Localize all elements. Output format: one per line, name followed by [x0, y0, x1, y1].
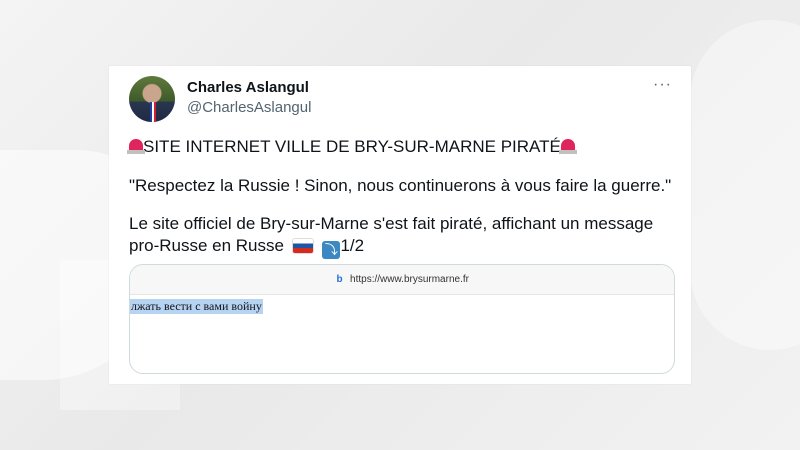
russian-flag-icon	[292, 239, 313, 253]
media-preview[interactable]: b https://www.brysurmarne.fr лжать вести …	[129, 264, 675, 374]
background-shape	[690, 20, 800, 350]
preview-url: https://www.brysurmarne.fr	[350, 274, 469, 285]
thread-count: 1/2	[340, 236, 365, 255]
tweet-headline: SITE INTERNET VILLE DE BRY-SUR-MARNE PIR…	[127, 137, 577, 157]
avatar[interactable]	[129, 76, 175, 122]
arrow-icon: ⤵	[322, 241, 341, 259]
body-line-2-text: pro-Russe en Russe	[129, 236, 284, 255]
headline-text: SITE INTERNET VILLE DE BRY-SUR-MARNE PIR…	[143, 137, 561, 156]
author-handle[interactable]: @CharlesAslangul	[187, 99, 311, 116]
siren-icon	[558, 139, 577, 154]
tweet-body-line-1: Le site officiel de Bry-sur-Marne s'est …	[129, 214, 654, 233]
more-options-icon[interactable]: ···	[653, 76, 672, 94]
author-name[interactable]: Charles Aslangul	[187, 79, 309, 96]
tweet-card: Charles Aslangul @CharlesAslangul ··· SI…	[109, 66, 691, 384]
address-bar: b https://www.brysurmarne.fr	[130, 265, 674, 295]
tricolor-sash	[150, 102, 156, 122]
tweet-quote: "Respectez la Russie ! Sinon, nous conti…	[129, 176, 672, 195]
tweet-body-line-2: pro-Russe en Russe ⤵ 1/2	[129, 236, 365, 259]
highlighted-russian-text: лжать вести с вами войну	[130, 299, 263, 314]
siren-icon	[127, 139, 145, 154]
site-logo-icon: b	[336, 274, 343, 285]
